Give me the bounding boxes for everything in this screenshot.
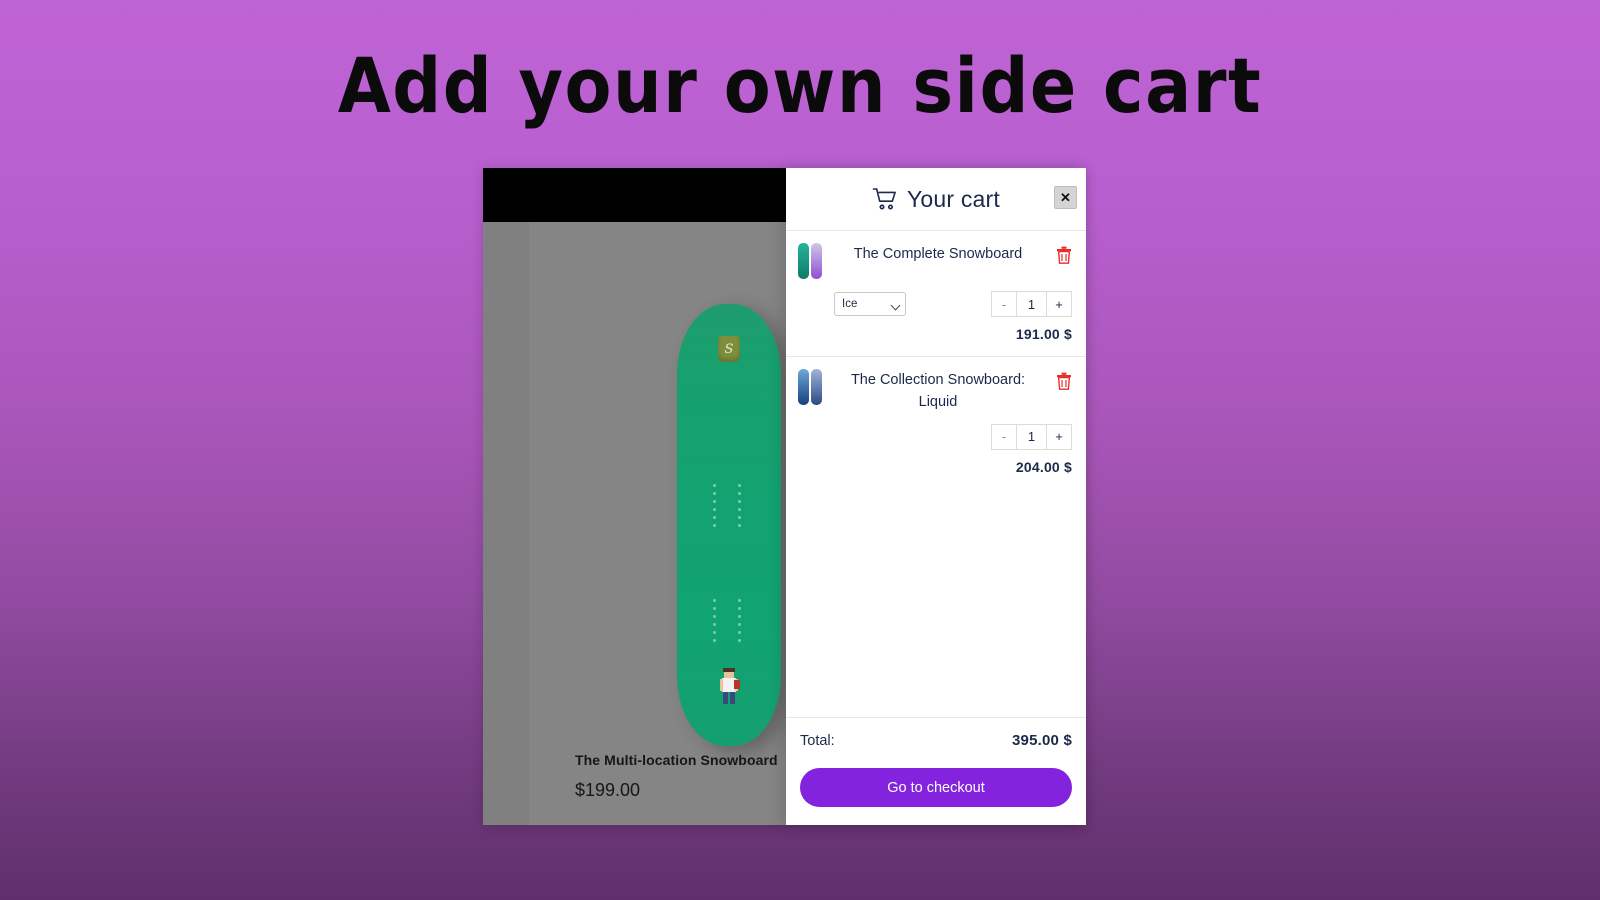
page-title: Add your own side cart [337,41,1263,130]
trash-icon[interactable] [1056,246,1072,264]
quantity-value[interactable]: 1 [1016,423,1047,450]
thumbnail-board-a [798,243,809,279]
thumbnail-board-b [811,243,822,279]
close-cart-button[interactable]: ✕ [1054,186,1077,209]
go-to-checkout-button[interactable]: Go to checkout [800,768,1072,807]
cart-item-row: The Complete Snowboard [798,243,1072,281]
cart-item-price: 191.00 $ [1015,326,1072,342]
cart-total-value: 395.00 $ [1012,732,1072,749]
thumbnail-board-b [811,369,822,405]
cart-item-controls: - 1 + [798,423,1072,450]
cart-item: The Collection Snowboard: Liquid - 1 + 2… [786,356,1086,489]
variant-select[interactable]: Ice [834,292,906,316]
cart-item-row: The Collection Snowboard: Liquid [798,369,1072,414]
cart-total-label: Total: [800,733,835,749]
cart-item: The Complete Snowboard Ice - 1 + 191.00 … [786,230,1086,356]
product-thumbnail[interactable] [798,243,824,281]
cart-total-row: Total: 395.00 $ [800,732,1072,749]
increment-quantity-button[interactable]: + [1047,423,1072,450]
shopping-cart-icon [872,188,896,210]
shopify-bag-logo-icon [718,336,740,362]
trash-icon[interactable] [1056,372,1072,390]
decrement-quantity-button[interactable]: - [991,291,1016,317]
cart-item-name: The Complete Snowboard [853,246,1023,262]
snowboard-image-primary [677,304,781,746]
cart-item-price: 204.00 $ [1015,458,1072,475]
cart-item-name: The Collection Snowboard: Liquid [850,372,1026,411]
product-thumbnail[interactable] [798,369,824,407]
cart-footer: Total: 395.00 $ Go to checkout [786,717,1086,825]
cart-item-controls: Ice - 1 + [798,291,1072,317]
quantity-value[interactable]: 1 [1016,291,1047,317]
decrement-quantity-button[interactable]: - [991,423,1016,450]
quantity-stepper: - 1 + [991,291,1072,317]
binding-holes-lower [713,599,745,642]
quantity-stepper: - 1 + [991,423,1072,450]
cart-item-details: The Complete Snowboard [834,243,1046,265]
side-cart-panel: Your cart ✕ The Complete Snowboard Ice -… [786,168,1086,825]
increment-quantity-button[interactable]: + [1047,291,1072,317]
pixel-character-icon [720,668,740,704]
thumbnail-board-a [798,369,809,405]
cart-item-details: The Collection Snowboard: Liquid [834,369,1046,414]
cart-title: Your cart [906,185,1000,212]
binding-holes-upper [713,484,745,527]
cart-item-list: The Complete Snowboard Ice - 1 + 191.00 … [786,230,1086,717]
variant-select-wrapper: Ice [834,292,906,316]
cart-header: Your cart ✕ [786,168,1086,230]
